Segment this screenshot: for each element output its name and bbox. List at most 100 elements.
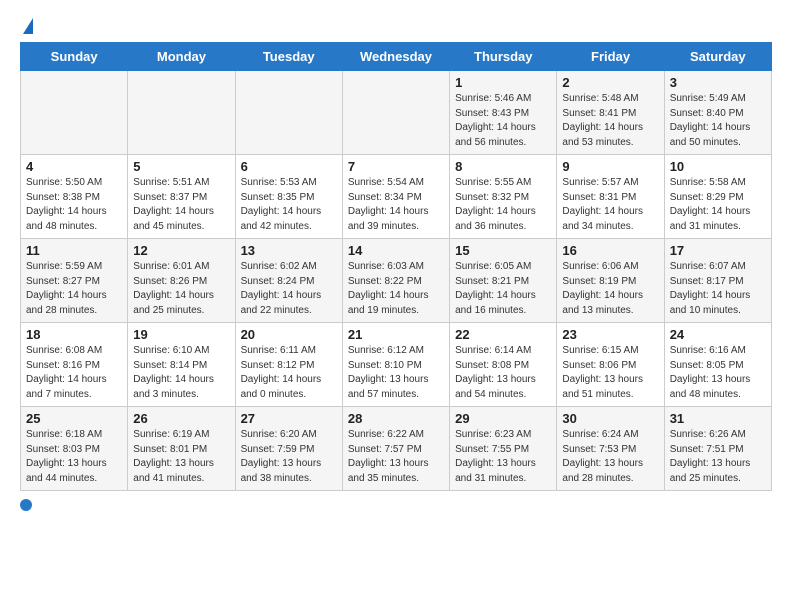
day-number: 27	[241, 411, 337, 426]
calendar-cell: 11 Sunrise: 5:59 AM Sunset: 8:27 PM Dayli…	[21, 239, 128, 323]
day-info: Sunrise: 6:22 AM Sunset: 7:57 PM Dayligh…	[348, 428, 444, 486]
calendar-cell: 22 Sunrise: 6:14 AM Sunset: 8:08 PM Dayli…	[450, 323, 557, 407]
calendar-cell: 26Sunrise: 6:19 AM Sunset: 8:01 PM Dayli…	[128, 407, 235, 491]
calendar-cell: 16 Sunrise: 6:06 AM Sunset: 8:19 PM Dayli…	[557, 239, 664, 323]
calendar-cell: 9 Sunrise: 5:57 AM Sunset: 8:31 PM Daylig…	[557, 155, 664, 239]
day-number: 31	[670, 411, 766, 426]
day-number: 30	[562, 411, 658, 426]
day-info: Sunrise: 6:03 AM Sunset: 8:22 PM Dayligh…	[348, 260, 444, 318]
calendar-cell: 17 Sunrise: 6:07 AM Sunset: 8:17 PM Dayli…	[664, 239, 771, 323]
day-number: 28	[348, 411, 444, 426]
day-info: Sunrise: 6:01 AM Sunset: 8:26 PM Dayligh…	[133, 260, 229, 318]
calendar-week-row: 25 Sunrise: 6:18 AM Sunset: 8:03 PM Dayli…	[21, 407, 772, 491]
calendar-cell	[128, 71, 235, 155]
calendar-week-row: 4 Sunrise: 5:50 AM Sunset: 8:38 PM Daylig…	[21, 155, 772, 239]
day-info: Sunrise: 6:05 AM Sunset: 8:21 PM Dayligh…	[455, 260, 551, 318]
calendar-cell: 8 Sunrise: 5:55 AM Sunset: 8:32 PM Daylig…	[450, 155, 557, 239]
calendar-cell	[342, 71, 449, 155]
day-number: 9	[562, 159, 658, 174]
day-number: 25	[26, 411, 122, 426]
day-info: Sunrise: 6:08 AM Sunset: 8:16 PM Dayligh…	[26, 344, 122, 402]
calendar-cell: 13Sunrise: 6:02 AM Sunset: 8:24 PM Dayli…	[235, 239, 342, 323]
calendar-cell: 25 Sunrise: 6:18 AM Sunset: 8:03 PM Dayli…	[21, 407, 128, 491]
day-number: 14	[348, 243, 444, 258]
day-info: Sunrise: 6:15 AM Sunset: 8:06 PM Dayligh…	[562, 344, 658, 402]
calendar-week-row: 18 Sunrise: 6:08 AM Sunset: 8:16 PM Dayli…	[21, 323, 772, 407]
day-info: Sunrise: 6:24 AM Sunset: 7:53 PM Dayligh…	[562, 428, 658, 486]
logo-triangle-icon	[23, 18, 33, 34]
calendar-cell: 20Sunrise: 6:11 AM Sunset: 8:12 PM Dayli…	[235, 323, 342, 407]
day-info: Sunrise: 5:51 AM Sunset: 8:37 PM Dayligh…	[133, 176, 229, 234]
calendar-cell: 14 Sunrise: 6:03 AM Sunset: 8:22 PM Dayli…	[342, 239, 449, 323]
day-info: Sunrise: 6:14 AM Sunset: 8:08 PM Dayligh…	[455, 344, 551, 402]
calendar-cell: 7 Sunrise: 5:54 AM Sunset: 8:34 PM Daylig…	[342, 155, 449, 239]
calendar-cell: 1Sunrise: 5:46 AM Sunset: 8:43 PM Daylig…	[450, 71, 557, 155]
day-info: Sunrise: 5:46 AM Sunset: 8:43 PM Dayligh…	[455, 92, 551, 150]
day-number: 22	[455, 327, 551, 342]
day-number: 2	[562, 75, 658, 90]
day-info: Sunrise: 5:58 AM Sunset: 8:29 PM Dayligh…	[670, 176, 766, 234]
calendar-cell: 21 Sunrise: 6:12 AM Sunset: 8:10 PM Dayli…	[342, 323, 449, 407]
day-number: 19	[133, 327, 229, 342]
day-number: 15	[455, 243, 551, 258]
day-number: 24	[670, 327, 766, 342]
day-info: Sunrise: 5:54 AM Sunset: 8:34 PM Dayligh…	[348, 176, 444, 234]
calendar-cell: 18 Sunrise: 6:08 AM Sunset: 8:16 PM Dayli…	[21, 323, 128, 407]
day-of-week-header: Friday	[557, 43, 664, 71]
calendar-cell: 28 Sunrise: 6:22 AM Sunset: 7:57 PM Dayli…	[342, 407, 449, 491]
day-number: 6	[241, 159, 337, 174]
header	[20, 16, 772, 32]
day-info: Sunrise: 6:12 AM Sunset: 8:10 PM Dayligh…	[348, 344, 444, 402]
day-info: Sunrise: 6:11 AM Sunset: 8:12 PM Dayligh…	[241, 344, 337, 402]
day-number: 8	[455, 159, 551, 174]
calendar-cell: 30 Sunrise: 6:24 AM Sunset: 7:53 PM Dayli…	[557, 407, 664, 491]
day-of-week-header: Sunday	[21, 43, 128, 71]
day-info: Sunrise: 5:49 AM Sunset: 8:40 PM Dayligh…	[670, 92, 766, 150]
day-number: 4	[26, 159, 122, 174]
day-info: Sunrise: 5:55 AM Sunset: 8:32 PM Dayligh…	[455, 176, 551, 234]
day-number: 17	[670, 243, 766, 258]
calendar-cell: 4 Sunrise: 5:50 AM Sunset: 8:38 PM Daylig…	[21, 155, 128, 239]
day-info: Sunrise: 6:16 AM Sunset: 8:05 PM Dayligh…	[670, 344, 766, 402]
day-number: 18	[26, 327, 122, 342]
day-number: 11	[26, 243, 122, 258]
day-info: Sunrise: 6:20 AM Sunset: 7:59 PM Dayligh…	[241, 428, 337, 486]
calendar-cell: 5 Sunrise: 5:51 AM Sunset: 8:37 PM Daylig…	[128, 155, 235, 239]
day-info: Sunrise: 6:02 AM Sunset: 8:24 PM Dayligh…	[241, 260, 337, 318]
day-number: 5	[133, 159, 229, 174]
calendar-cell: 31 Sunrise: 6:26 AM Sunset: 7:51 PM Dayli…	[664, 407, 771, 491]
calendar-cell	[235, 71, 342, 155]
day-info: Sunrise: 5:57 AM Sunset: 8:31 PM Dayligh…	[562, 176, 658, 234]
day-info: Sunrise: 6:18 AM Sunset: 8:03 PM Dayligh…	[26, 428, 122, 486]
day-info: Sunrise: 6:19 AM Sunset: 8:01 PM Dayligh…	[133, 428, 229, 486]
day-info: Sunrise: 5:53 AM Sunset: 8:35 PM Dayligh…	[241, 176, 337, 234]
calendar-cell: 15 Sunrise: 6:05 AM Sunset: 8:21 PM Dayli…	[450, 239, 557, 323]
day-info: Sunrise: 6:07 AM Sunset: 8:17 PM Dayligh…	[670, 260, 766, 318]
day-number: 21	[348, 327, 444, 342]
calendar-cell: 12 Sunrise: 6:01 AM Sunset: 8:26 PM Dayli…	[128, 239, 235, 323]
day-info: Sunrise: 6:23 AM Sunset: 7:55 PM Dayligh…	[455, 428, 551, 486]
day-info: Sunrise: 5:48 AM Sunset: 8:41 PM Dayligh…	[562, 92, 658, 150]
day-info: Sunrise: 6:26 AM Sunset: 7:51 PM Dayligh…	[670, 428, 766, 486]
calendar-cell: 29 Sunrise: 6:23 AM Sunset: 7:55 PM Dayli…	[450, 407, 557, 491]
logo	[20, 16, 33, 32]
day-info: Sunrise: 6:06 AM Sunset: 8:19 PM Dayligh…	[562, 260, 658, 318]
calendar-cell: 24 Sunrise: 6:16 AM Sunset: 8:05 PM Dayli…	[664, 323, 771, 407]
calendar-cell: 3Sunrise: 5:49 AM Sunset: 8:40 PM Daylig…	[664, 71, 771, 155]
day-number: 7	[348, 159, 444, 174]
calendar-cell: 23Sunrise: 6:15 AM Sunset: 8:06 PM Dayli…	[557, 323, 664, 407]
day-number: 16	[562, 243, 658, 258]
calendar-cell: 10Sunrise: 5:58 AM Sunset: 8:29 PM Dayli…	[664, 155, 771, 239]
calendar-cell: 2 Sunrise: 5:48 AM Sunset: 8:41 PM Daylig…	[557, 71, 664, 155]
day-number: 29	[455, 411, 551, 426]
calendar-cell: 6 Sunrise: 5:53 AM Sunset: 8:35 PM Daylig…	[235, 155, 342, 239]
day-number: 12	[133, 243, 229, 258]
day-of-week-header: Monday	[128, 43, 235, 71]
footer-dot-icon	[20, 499, 32, 511]
calendar-cell: 27 Sunrise: 6:20 AM Sunset: 7:59 PM Dayli…	[235, 407, 342, 491]
day-of-week-header: Tuesday	[235, 43, 342, 71]
day-info: Sunrise: 5:50 AM Sunset: 8:38 PM Dayligh…	[26, 176, 122, 234]
calendar-week-row: 11 Sunrise: 5:59 AM Sunset: 8:27 PM Dayli…	[21, 239, 772, 323]
day-info: Sunrise: 5:59 AM Sunset: 8:27 PM Dayligh…	[26, 260, 122, 318]
footer-note	[20, 499, 772, 511]
